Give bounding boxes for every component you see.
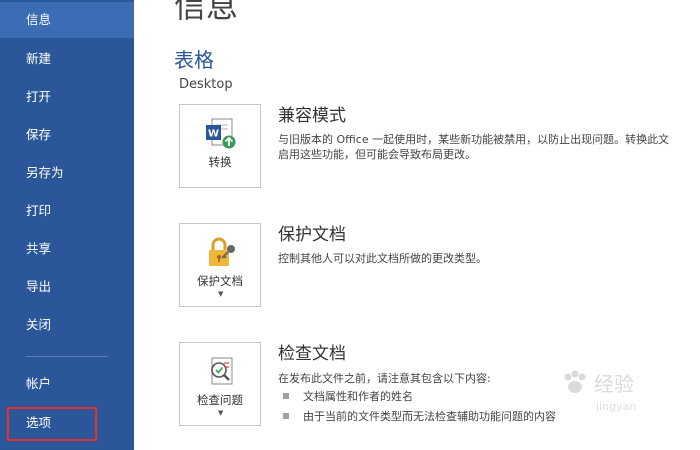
nav-item-close[interactable]: 关闭 — [0, 307, 134, 343]
nav-item-new[interactable]: 新建 — [0, 41, 134, 77]
watermark: 经验 jingyan — [560, 366, 700, 426]
paw-icon — [564, 370, 586, 393]
compat-mode-title: 兼容模式 — [278, 106, 346, 126]
nav-item-open[interactable]: 打开 — [0, 79, 134, 115]
bullet-text: 文档属性和作者的姓名 — [303, 390, 413, 403]
inspect-document-desc: 在发布此文件之前，请注意其包含以下内容: — [278, 372, 491, 385]
inspect-document-icon — [211, 357, 233, 385]
watermark-text: 经验 — [594, 372, 634, 396]
options-highlight-box — [7, 407, 97, 441]
bullet-icon — [283, 393, 289, 399]
nav-item-export[interactable]: 导出 — [0, 269, 134, 305]
convert-button[interactable]: W 转换 — [179, 104, 261, 188]
protect-document-button-label: 保护文档 — [197, 274, 243, 288]
convert-button-label: 转换 — [208, 155, 232, 169]
bullet-icon — [283, 413, 289, 419]
protect-document-title: 保护文档 — [278, 225, 346, 245]
chevron-down-icon: ▼ — [218, 290, 224, 298]
list-item: 文档属性和作者的姓名 — [283, 389, 413, 405]
svg-text:W: W — [208, 129, 219, 140]
inspect-document-title: 检查文档 — [278, 344, 346, 364]
document-path: Desktop — [179, 77, 233, 92]
nav-item-account[interactable]: 帐户 — [0, 366, 134, 402]
nav-item-save-as[interactable]: 另存为 — [0, 155, 134, 191]
nav-item-print[interactable]: 打印 — [0, 193, 134, 229]
nav-item-info[interactable]: 信息 — [0, 2, 134, 38]
chevron-down-icon: ▼ — [218, 409, 224, 417]
nav-item-share[interactable]: 共享 — [0, 231, 134, 267]
backstage-sidebar: 信息 新建 打开 保存 另存为 打印 共享 导出 关闭 帐户 选项 — [0, 0, 134, 450]
word-convert-icon: W — [206, 118, 236, 149]
lock-key-icon — [209, 237, 235, 266]
bullet-text: 由于当前的文件类型而无法检查辅助功能问题的内容 — [303, 410, 556, 423]
document-name: 表格 — [174, 48, 214, 72]
check-issues-button[interactable]: 检查问题 ▼ — [179, 342, 261, 426]
page-title: 信息 — [174, 0, 239, 25]
compat-mode-desc-1: 与旧版本的 Office 一起使用时，某些新功能被禁用，以防止出现问题。转换此文 — [278, 133, 670, 146]
watermark-sub: jingyan — [596, 400, 637, 413]
compat-mode-desc-2: 启用这些功能，但可能会导致布局更改。 — [278, 148, 476, 161]
nav-item-save[interactable]: 保存 — [0, 117, 134, 153]
list-item: 由于当前的文件类型而无法检查辅助功能问题的内容 — [283, 409, 556, 425]
check-issues-button-label: 检查问题 — [197, 393, 243, 407]
nav-separator — [26, 356, 108, 357]
protect-document-desc: 控制其他人可以对此文档所做的更改类型。 — [278, 252, 487, 265]
protect-document-button[interactable]: 保护文档 ▼ — [179, 223, 261, 307]
